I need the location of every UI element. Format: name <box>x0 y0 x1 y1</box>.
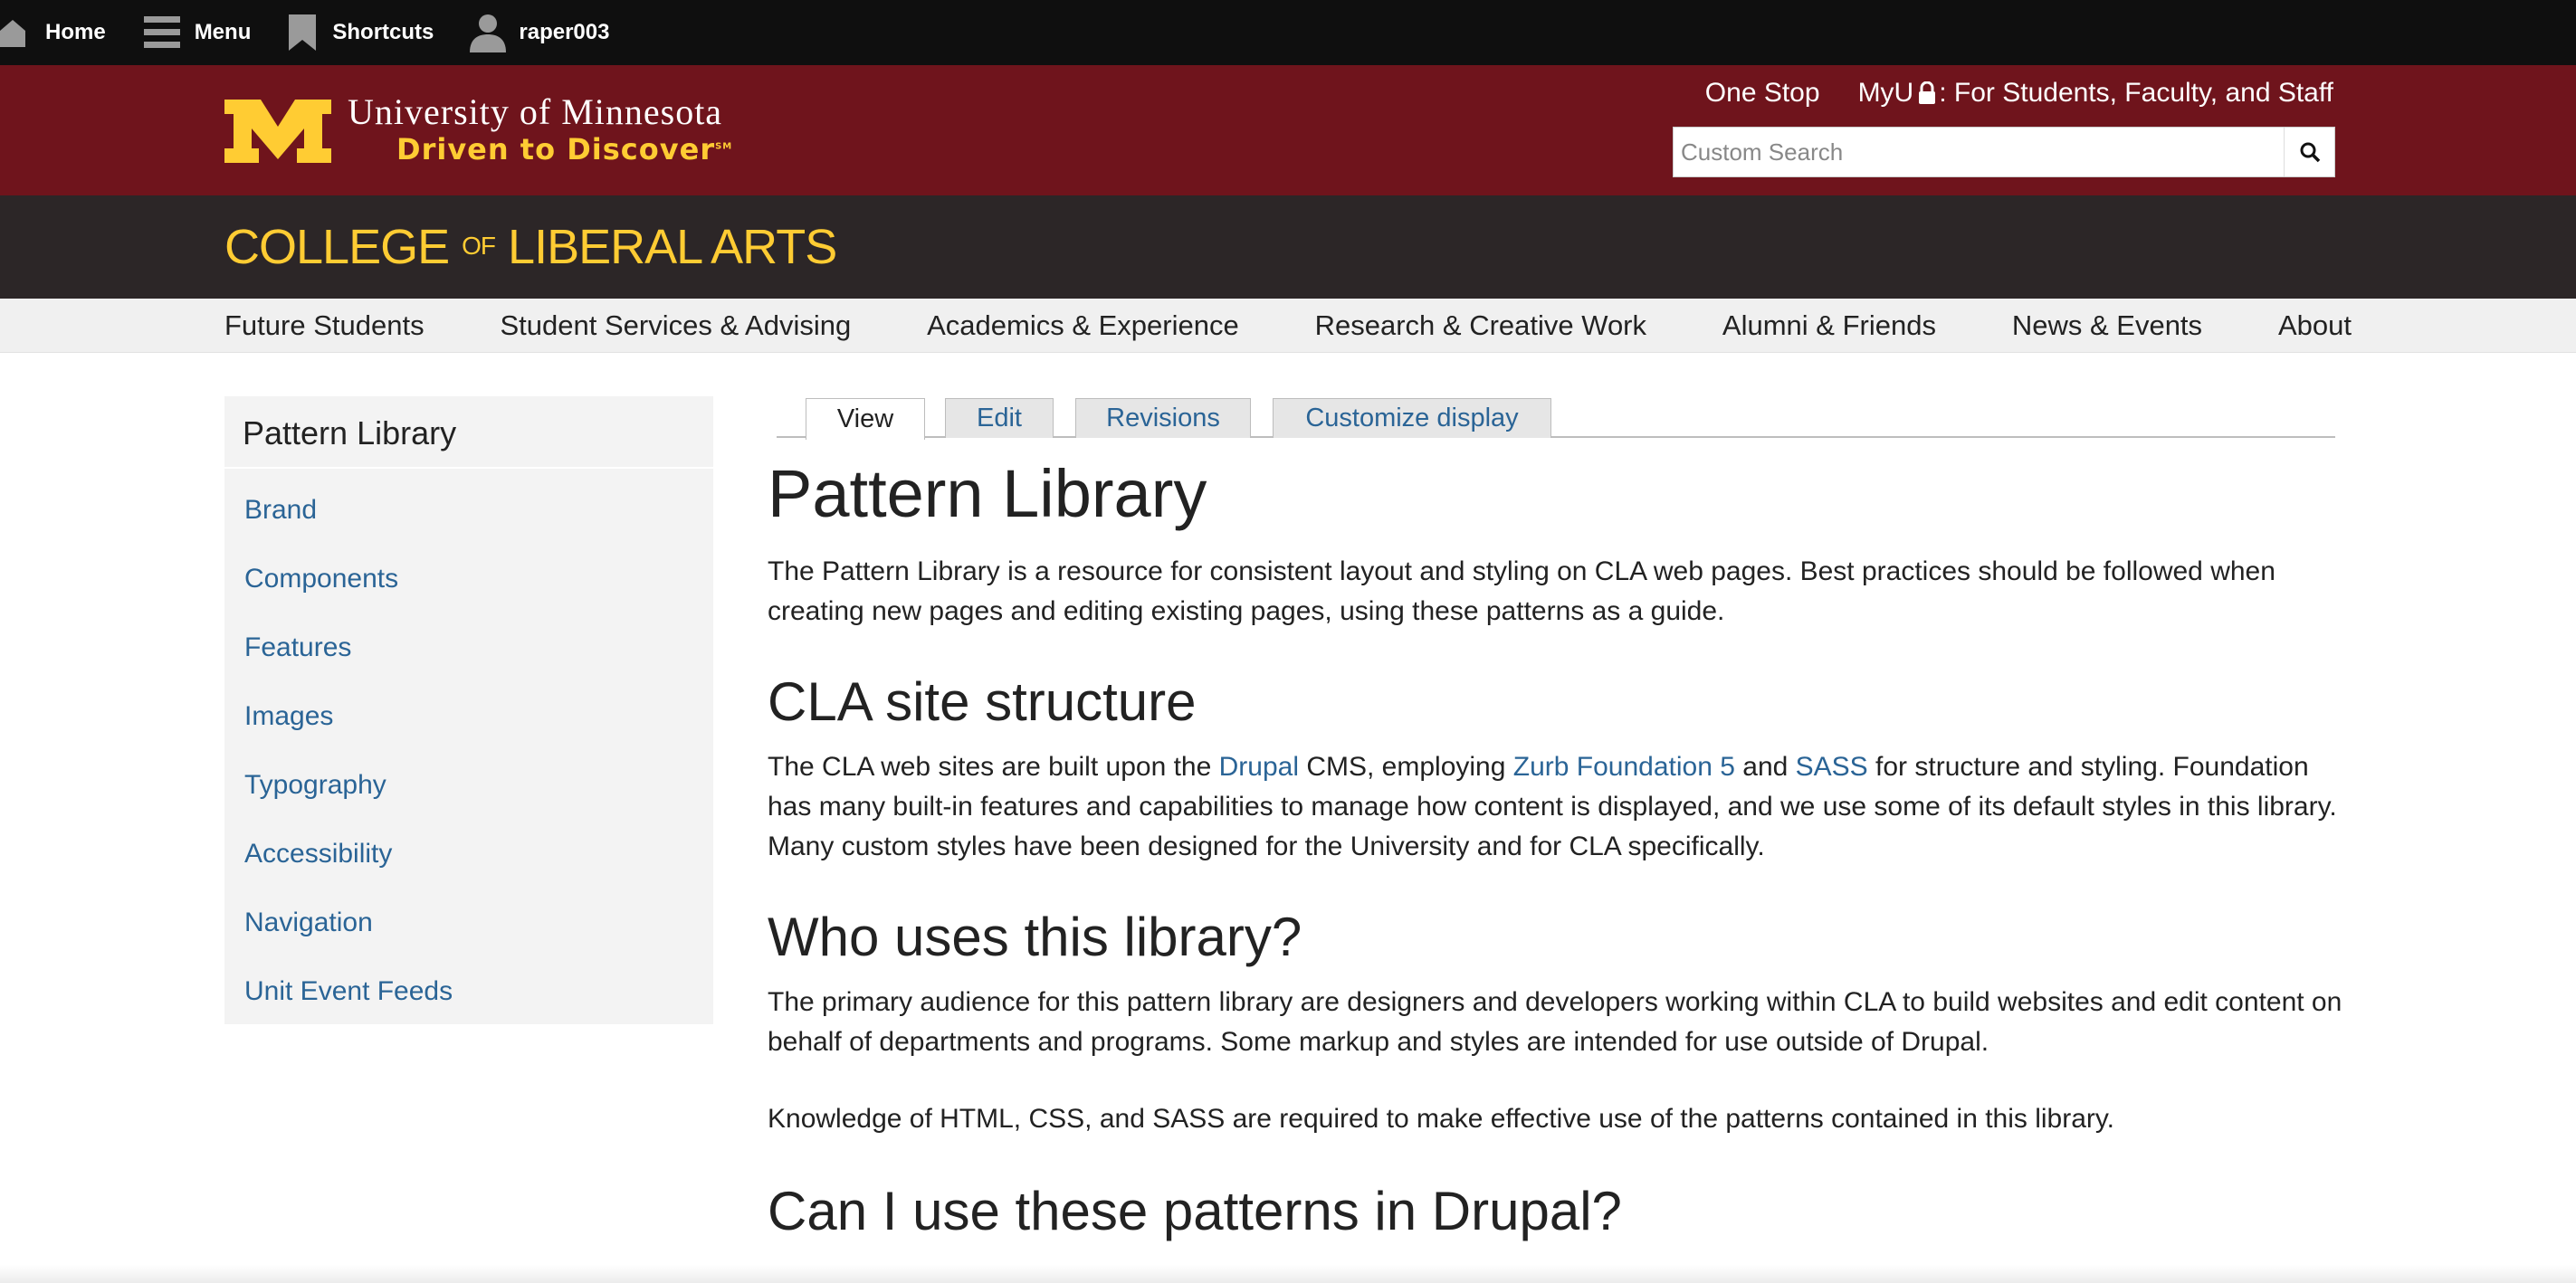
main-navigation: Future Students Student Services & Advis… <box>0 299 2576 353</box>
sidebar-item-typography[interactable]: Typography <box>224 751 713 820</box>
university-header: University of Minnesota Driven to Discov… <box>0 65 2576 195</box>
nav-item-future-students[interactable]: Future Students <box>224 309 425 342</box>
toolbar-home[interactable]: Home <box>0 0 106 65</box>
home-icon <box>0 20 25 47</box>
sidebar-item-components[interactable]: Components <box>224 545 713 613</box>
intro-paragraph: The Pattern Library is a resource for co… <box>768 556 2275 626</box>
tagline-service-mark: SM <box>715 141 733 152</box>
myu-label: MyU <box>1857 78 1914 108</box>
sidebar-item-features[interactable]: Features <box>224 613 713 682</box>
structure-text-1: The CLA web sites are built upon the <box>768 752 1219 782</box>
nav-item-academics[interactable]: Academics & Experience <box>927 309 1239 342</box>
search-input[interactable] <box>1674 128 2284 176</box>
nav-item-about[interactable]: About <box>2278 309 2352 342</box>
admin-toolbar: Home Menu Shortcuts raper003 <box>0 0 2576 65</box>
nav-item-research[interactable]: Research & Creative Work <box>1315 309 1646 342</box>
toolbar-menu[interactable]: Menu <box>142 0 252 65</box>
tab-view[interactable]: View <box>806 398 925 440</box>
zurb-foundation-link[interactable]: Zurb Foundation 5 <box>1513 752 1735 782</box>
tab-customize-display[interactable]: Customize display <box>1273 398 1551 438</box>
college-title-part2: LIBERAL ARTS <box>508 220 837 274</box>
nav-item-alumni[interactable]: Alumni & Friends <box>1722 309 1936 342</box>
university-m-logo[interactable] <box>224 100 331 163</box>
myu-link[interactable]: MyU : For Students, Faculty, and Staff <box>1858 78 2333 109</box>
structure-text-2: CMS, employing <box>1299 752 1513 782</box>
section-heading-structure: CLA site structure <box>768 671 1197 732</box>
search-icon <box>2300 142 2320 163</box>
header-links: One Stop MyU : For Students, Faculty, an… <box>1667 78 2333 109</box>
menu-icon <box>143 16 180 48</box>
tab-revisions[interactable]: Revisions <box>1075 398 1251 438</box>
page-title: Pattern Library <box>768 456 1207 531</box>
toolbar-shortcuts-label: Shortcuts <box>332 20 434 44</box>
toolbar-user[interactable]: raper003 <box>470 0 609 65</box>
knowledge-paragraph: Knowledge of HTML, CSS, and SASS are req… <box>768 1104 2115 1134</box>
college-band: COLLEGE OF LIBERAL ARTS <box>0 195 2576 299</box>
who-paragraph: The primary audience for this pattern li… <box>768 987 2342 1057</box>
sidebar-item-accessibility[interactable]: Accessibility <box>224 820 713 889</box>
lock-icon <box>1919 81 1936 104</box>
drupal-link[interactable]: Drupal <box>1219 752 1299 782</box>
user-icon <box>470 14 507 52</box>
toolbar-home-label: Home <box>45 20 106 44</box>
college-title[interactable]: COLLEGE OF LIBERAL ARTS <box>224 219 837 275</box>
search-button[interactable] <box>2284 128 2334 176</box>
site-search <box>1673 127 2335 177</box>
tagline-text: Driven to Discover <box>396 132 716 166</box>
sidebar-item-unit-event-feeds[interactable]: Unit Event Feeds <box>224 957 713 1026</box>
myu-description: : For Students, Faculty, and Staff <box>1939 78 2333 108</box>
bookmark-icon <box>289 14 317 51</box>
sidebar-title[interactable]: Pattern Library <box>224 396 713 469</box>
college-title-part1: COLLEGE <box>224 220 450 274</box>
nav-item-student-services[interactable]: Student Services & Advising <box>500 309 851 342</box>
nav-item-news-events[interactable]: News & Events <box>2012 309 2202 342</box>
sidebar-item-brand[interactable]: Brand <box>224 476 713 545</box>
toolbar-user-label: raper003 <box>519 20 610 44</box>
structure-paragraph: The CLA web sites are built upon the Dru… <box>768 747 2342 867</box>
section-heading-drupal: Can I use these patterns in Drupal? <box>768 1181 1622 1241</box>
sidebar-item-navigation[interactable]: Navigation <box>224 889 713 957</box>
local-tasks-tabs: View Edit Revisions Customize display <box>777 394 2335 440</box>
sidebar-item-images[interactable]: Images <box>224 682 713 751</box>
college-title-of: OF <box>462 232 496 260</box>
toolbar-shortcuts[interactable]: Shortcuts <box>287 0 434 65</box>
sidebar-menu: Pattern Library Brand Components Feature… <box>224 396 713 1024</box>
section-heading-who: Who uses this library? <box>768 907 1302 967</box>
structure-text-3: and <box>1734 752 1796 782</box>
university-wordmark[interactable]: University of Minnesota <box>348 90 722 133</box>
one-stop-link[interactable]: One Stop <box>1705 78 1820 109</box>
bottom-edge-shadow <box>0 1265 2576 1283</box>
sass-link[interactable]: SASS <box>1796 752 1868 782</box>
main-content: Pattern Library The Pattern Library is a… <box>768 451 2342 1248</box>
university-tagline: Driven to DiscoverSM <box>396 132 732 166</box>
toolbar-menu-label: Menu <box>194 20 252 44</box>
tab-edit[interactable]: Edit <box>945 398 1054 438</box>
